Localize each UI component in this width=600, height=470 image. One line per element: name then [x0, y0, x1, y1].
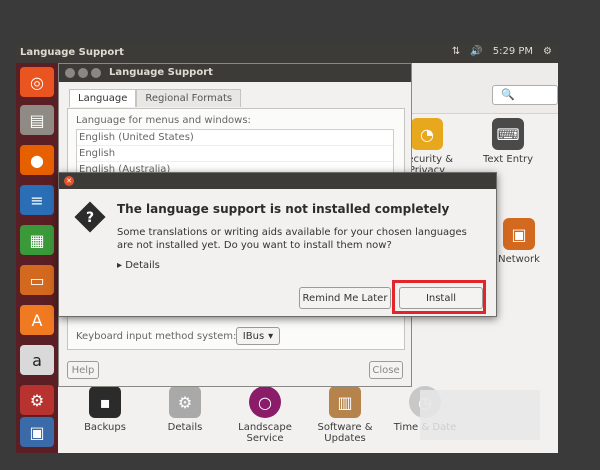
tile-label: Software & Updates: [317, 422, 373, 444]
ubuntu-icon[interactable]: ◎: [20, 67, 54, 97]
language-list[interactable]: English (United States) English English …: [76, 129, 394, 178]
gear-icon[interactable]: ⚙: [543, 46, 552, 57]
amazon-icon[interactable]: a: [20, 345, 54, 375]
indicator-area: ⇅ 🔊 5:29 PM ⚙: [452, 46, 552, 57]
remind-later-button[interactable]: Remind Me Later: [299, 287, 391, 309]
tab-language[interactable]: Language: [69, 89, 137, 107]
list-item[interactable]: English: [77, 146, 393, 162]
system-settings-icon[interactable]: ⚙: [20, 385, 54, 415]
top-panel: Language Support ⇅ 🔊 5:29 PM ⚙: [16, 43, 558, 63]
details-expander[interactable]: ▸ Details: [117, 260, 160, 271]
input-method-label: Keyboard input method system:: [76, 331, 237, 342]
search-input[interactable]: 🔍: [492, 85, 558, 105]
tab-regional-formats[interactable]: Regional Formats: [136, 89, 242, 107]
dialog-heading: The language support is not installed co…: [117, 202, 450, 216]
blurred-region: [420, 390, 540, 440]
workspace-icon[interactable]: ▣: [20, 417, 54, 447]
tile-backups[interactable]: ▪ Backups: [62, 386, 148, 433]
input-method-select[interactable]: IBus ▾: [236, 327, 280, 345]
details-icon: ⚙: [169, 386, 201, 418]
search-icon: 🔍: [501, 88, 515, 101]
close-icon[interactable]: [65, 68, 75, 78]
tile-label: Network: [498, 254, 540, 265]
tab-bar: Language Regional Formats: [69, 89, 242, 107]
software-center-icon[interactable]: A: [20, 305, 54, 335]
landscape-icon: ○: [249, 386, 281, 418]
window-title: Language Support: [109, 67, 213, 78]
tile-label: Landscape Service: [238, 422, 292, 444]
help-button[interactable]: Help: [67, 361, 99, 379]
security-icon: ◔: [411, 118, 443, 150]
maximize-icon[interactable]: [91, 68, 101, 78]
highlight-box: [392, 280, 486, 314]
question-icon: ?: [74, 201, 106, 233]
keyboard-icon: ⌨: [492, 118, 524, 150]
tile-details[interactable]: ⚙ Details: [142, 386, 228, 433]
active-app-title: Language Support: [20, 47, 124, 58]
backups-icon: ▪: [89, 386, 121, 418]
close-icon[interactable]: ✕: [64, 176, 74, 186]
dialog-message: Some translations or writing aids availa…: [117, 227, 467, 251]
menus-label: Language for menus and windows:: [76, 115, 251, 126]
svg-text:?: ?: [86, 210, 94, 226]
chevron-right-icon: ▸: [117, 260, 123, 271]
tile-label: Text Entry: [482, 154, 533, 165]
network-icon[interactable]: ⇅: [452, 46, 460, 57]
files-icon[interactable]: ▤: [20, 105, 54, 135]
dialog-titlebar: ✕: [59, 173, 496, 189]
clock[interactable]: 5:29 PM: [493, 46, 533, 57]
details-label: Details: [125, 260, 160, 271]
calc-icon[interactable]: ▦: [20, 225, 54, 255]
impress-icon[interactable]: ▭: [20, 265, 54, 295]
tile-landscape-service[interactable]: ○ Landscape Service: [222, 386, 308, 444]
input-method-value: IBus: [242, 330, 265, 342]
tile-software-updates[interactable]: ▥ Software & Updates: [302, 386, 388, 444]
language-incomplete-dialog: ✕ ? The language support is not installe…: [58, 172, 497, 317]
firefox-icon[interactable]: ●: [20, 145, 54, 175]
tile-label: Backups: [84, 422, 126, 433]
software-updates-icon: ▥: [329, 386, 361, 418]
tile-text-entry[interactable]: ⌨ Text Entry: [465, 118, 551, 165]
close-button[interactable]: Close: [369, 361, 403, 379]
network-settings-icon: ▣: [503, 218, 535, 250]
tile-label: Details: [167, 422, 203, 433]
writer-icon[interactable]: ≡: [20, 185, 54, 215]
unity-launcher: ◎ ▤ ● ≡ ▦ ▭ A a ⚙ ▣: [16, 63, 58, 453]
window-titlebar: Language Support: [59, 64, 411, 82]
volume-icon[interactable]: 🔊: [470, 46, 482, 57]
minimize-icon[interactable]: [78, 68, 88, 78]
chevron-down-icon: ▾: [268, 330, 274, 342]
list-item[interactable]: English (United States): [77, 130, 393, 146]
